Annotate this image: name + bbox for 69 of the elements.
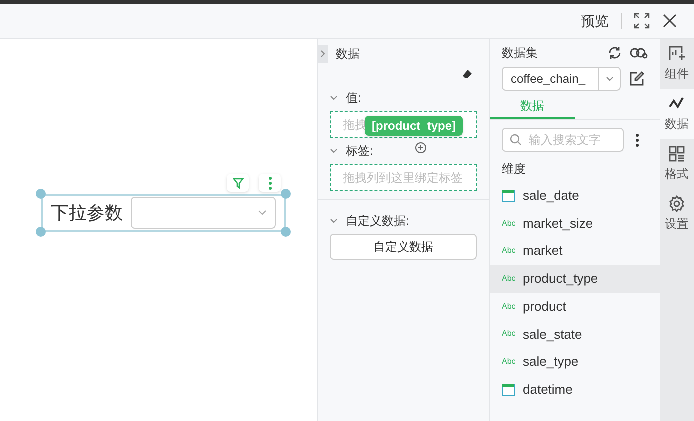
field-item[interactable]: Abc market_size (490, 210, 660, 238)
parameter-widget[interactable]: 下拉参数 (41, 194, 286, 232)
type-label: Abc (502, 218, 515, 230)
more-icon[interactable] (636, 134, 639, 146)
filter-icon (232, 178, 244, 188)
settings-icon[interactable] (668, 195, 686, 213)
chevron-icon[interactable] (606, 75, 614, 83)
close-icon[interactable] (662, 13, 678, 29)
field-item[interactable]: Abc sale_type (490, 348, 660, 376)
chevron-icon[interactable] (330, 217, 338, 225)
section-label: 标签: (346, 143, 374, 160)
resize-handle[interactable] (281, 189, 291, 199)
grid-icon[interactable] (668, 145, 686, 163)
field-name: market (523, 242, 563, 260)
eraser-icon[interactable] (462, 69, 473, 80)
field-name: sale_type (523, 353, 579, 372)
resize-handle[interactable] (281, 227, 291, 237)
section-label: 值: (346, 90, 362, 107)
resize-handle[interactable] (36, 227, 46, 237)
type-label: Abc (502, 356, 515, 368)
field-name: datetime (523, 380, 573, 399)
section-label: 自定义数据: (346, 213, 410, 230)
field-item[interactable]: Abc product (490, 292, 660, 320)
field-name: product (523, 298, 566, 316)
field-item[interactable]: Abc sale_state (490, 320, 660, 348)
search-field[interactable]: 输入搜索文字 (502, 128, 624, 152)
side-tab[interactable]: 设置 (660, 189, 694, 239)
chevron-icon[interactable] (319, 50, 327, 58)
fullscreen-icon[interactable] (634, 13, 650, 29)
field-item[interactable]: Abc product_type (490, 265, 660, 293)
field-item[interactable]: Abc market (490, 237, 660, 266)
side-tab[interactable]: 组件 (660, 39, 694, 89)
field-item[interactable]: sale_date (490, 182, 660, 210)
custom-data-button[interactable]: 自定义数据 (330, 234, 477, 260)
type-label: Abc (502, 328, 515, 340)
calendar-icon (502, 383, 515, 396)
add-widget-icon[interactable] (668, 45, 686, 63)
preview-button[interactable]: 预览 (581, 10, 609, 32)
chevron-icon[interactable] (330, 94, 338, 102)
field-name: product_type (523, 270, 598, 288)
more-button[interactable] (259, 174, 281, 192)
refresh-icon[interactable] (608, 46, 622, 60)
add-icon (415, 142, 427, 154)
type-label: Abc (502, 245, 515, 258)
field-name: sale_date (523, 187, 580, 206)
chevron-icon[interactable] (330, 147, 338, 155)
widget-label: 下拉参数 (51, 202, 123, 224)
field-name: market_size (523, 214, 594, 233)
dataset-select[interactable]: coffee_chain_ (502, 67, 621, 91)
calendar-icon (502, 189, 515, 202)
resize-handle[interactable] (36, 189, 46, 199)
side-tab[interactable]: 格式 (660, 139, 694, 189)
search-icon (510, 134, 522, 146)
dropdown-field[interactable] (131, 197, 276, 229)
type-label: Abc (502, 272, 515, 285)
collapse-tab[interactable] (318, 45, 328, 63)
drop-zone-placeholder: 拖拽列到这里绑定标签 (343, 170, 463, 186)
panel-title: 数据 (336, 46, 360, 63)
type-label: Abc (502, 300, 515, 313)
field-item[interactable]: datetime (490, 376, 660, 404)
dataset-value: coffee_chain_ (510, 71, 587, 88)
field-name: sale_state (523, 326, 582, 344)
group-label: 维度 (501, 161, 527, 178)
panel-title: 数据集 (502, 45, 539, 62)
caret-icon (258, 210, 267, 216)
side-tab[interactable]: 数据 (660, 89, 694, 139)
filter-button[interactable] (227, 174, 249, 192)
link-icon[interactable] (630, 47, 648, 59)
edit-icon[interactable] (629, 71, 645, 87)
